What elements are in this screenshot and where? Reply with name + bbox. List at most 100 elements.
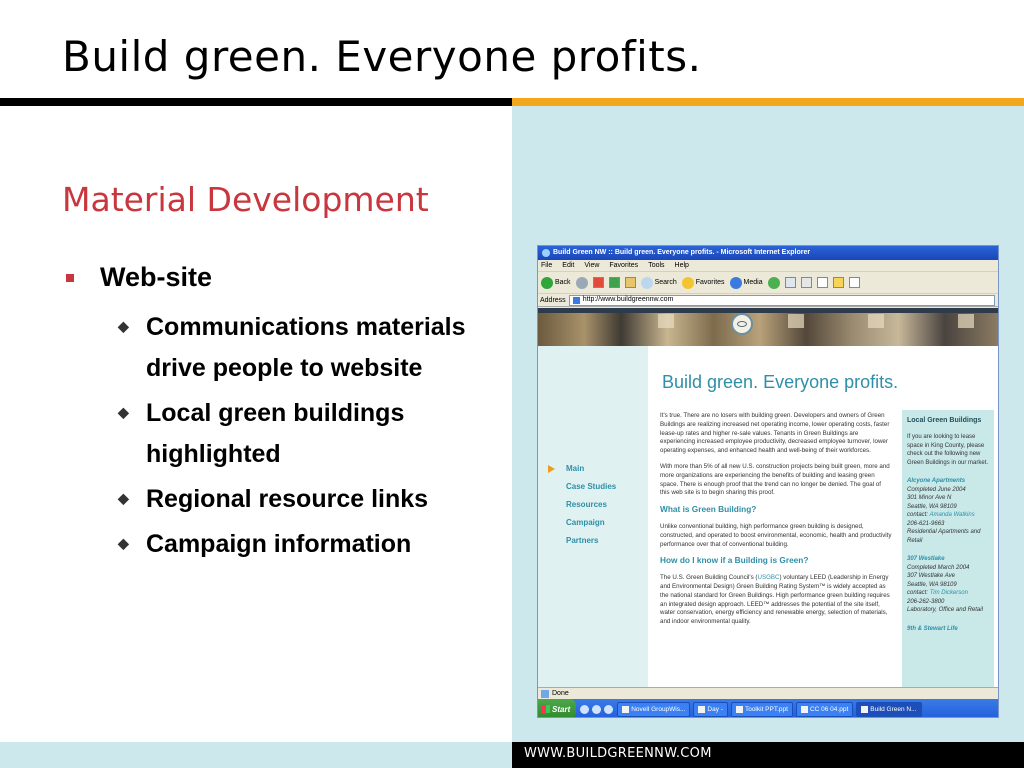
history-icon[interactable] bbox=[767, 276, 780, 289]
calendar-icon bbox=[698, 705, 706, 713]
task-groupwise[interactable]: Novell GroupWis... bbox=[617, 701, 691, 717]
mail-icon[interactable] bbox=[784, 277, 796, 288]
site-title: Build green. Everyone profits. bbox=[662, 372, 899, 392]
ie-quicklaunch-icon[interactable] bbox=[580, 704, 590, 714]
building-entry-cut: 9th & Stewart Life bbox=[907, 625, 990, 634]
folder-icon[interactable] bbox=[832, 277, 844, 288]
task-build-green[interactable]: Build Green N... bbox=[856, 701, 922, 717]
contact-link[interactable]: Amanda Watkins bbox=[929, 512, 974, 518]
nav-partners[interactable]: Partners bbox=[566, 536, 598, 545]
forward-arrow-icon[interactable] bbox=[575, 276, 588, 289]
ie-icon bbox=[861, 705, 869, 713]
nav-main[interactable]: Main bbox=[566, 464, 584, 473]
media-icon bbox=[729, 276, 742, 289]
contact-link[interactable]: Tim Dickerson bbox=[930, 590, 968, 596]
site-content: Build green. Everyone profits. It's true… bbox=[648, 346, 998, 687]
groupwise-icon bbox=[622, 705, 630, 713]
header-photo-banner bbox=[538, 308, 998, 346]
search-button[interactable]: Search bbox=[640, 276, 677, 289]
sub-bullet-label: Regional resource links bbox=[146, 485, 429, 513]
task-label: Day - bbox=[707, 705, 723, 713]
back-button[interactable]: Back bbox=[541, 276, 571, 289]
building-type: Laboratory, Office and Retail bbox=[907, 607, 983, 613]
bullet-web-site: Web-site bbox=[66, 262, 506, 293]
bullet-label: Web-site bbox=[100, 262, 213, 292]
building-name-link[interactable]: 307 Westlake bbox=[907, 555, 990, 564]
stop-icon[interactable] bbox=[592, 277, 604, 288]
search-label: Search bbox=[654, 279, 677, 286]
diamond-bullet-icon: ◆ bbox=[118, 318, 129, 334]
favorites-button[interactable]: Favorites bbox=[681, 276, 725, 289]
menu-edit[interactable]: Edit bbox=[562, 260, 574, 271]
powerpoint-icon bbox=[800, 705, 808, 713]
messenger-icon[interactable] bbox=[848, 277, 860, 288]
logo-mark bbox=[737, 321, 747, 327]
building-name-link[interactable]: Alcyone Apartments bbox=[907, 477, 990, 486]
nav-case-studies[interactable]: Case Studies bbox=[566, 482, 616, 491]
star-icon bbox=[681, 276, 694, 289]
menu-favorites[interactable]: Favorites bbox=[609, 260, 638, 271]
contact-label: contact: bbox=[907, 590, 930, 596]
menu-view[interactable]: View bbox=[584, 260, 599, 271]
building-street: 301 Minor Ave N bbox=[907, 495, 952, 501]
building-entry: Alcyone Apartments Completed June 2004 3… bbox=[907, 477, 990, 545]
heading-what-is-green-building: What is Green Building? bbox=[660, 504, 757, 515]
start-button[interactable]: Start bbox=[538, 699, 577, 717]
globe-quicklaunch-icon[interactable] bbox=[604, 704, 614, 714]
banner-window bbox=[868, 314, 884, 328]
home-icon[interactable] bbox=[624, 277, 636, 288]
square-bullet-icon bbox=[66, 274, 74, 282]
sub-bullet: ◆ Local green buildings highlighted bbox=[118, 393, 506, 475]
nav-campaign[interactable]: Campaign bbox=[566, 518, 605, 527]
nav-resources[interactable]: Resources bbox=[566, 500, 607, 509]
intro-paragraph: It's true. There are no losers with buil… bbox=[660, 412, 890, 455]
banner-top-strip bbox=[538, 308, 998, 313]
building-completed: Completed June 2004 bbox=[907, 486, 966, 493]
leed-text-pre: The U.S. Green Building Council's ( bbox=[660, 574, 758, 582]
task-toolkit-ppt[interactable]: Toolkit PPT.ppt bbox=[730, 701, 793, 717]
site-left-nav: Main Case Studies Resources Campaign Par… bbox=[538, 346, 648, 687]
sub-bullet-label: Communications materials drive people to… bbox=[146, 313, 466, 382]
building-entry: 307 Westlake Completed March 2004 307 We… bbox=[907, 555, 990, 615]
sub-bullet-label: Local green buildings highlighted bbox=[146, 399, 405, 468]
sidebar-intro: If you are looking to lease space in Kin… bbox=[907, 434, 989, 466]
menu-tools[interactable]: Tools bbox=[648, 260, 664, 271]
desktop-quicklaunch-icon[interactable] bbox=[592, 704, 602, 714]
browser-titlebar: Build Green NW :: Build green. Everyone … bbox=[538, 246, 998, 260]
usgbc-link[interactable]: USGBC bbox=[757, 574, 779, 581]
building-street: 307 Westlake Ave bbox=[907, 573, 955, 579]
address-input[interactable]: http://www.buildgreennw.com bbox=[568, 294, 995, 306]
diamond-bullet-icon: ◆ bbox=[118, 490, 129, 506]
print-icon[interactable] bbox=[800, 277, 812, 288]
site-logo[interactable] bbox=[731, 313, 753, 335]
browser-screenshot: Build Green NW :: Build green. Everyone … bbox=[537, 245, 999, 718]
task-day[interactable]: Day - bbox=[693, 701, 728, 717]
refresh-icon[interactable] bbox=[608, 277, 620, 288]
edit-icon[interactable] bbox=[816, 277, 828, 288]
status-text: Done bbox=[552, 689, 569, 697]
task-cc-ppt[interactable]: CC 06 04.ppt bbox=[795, 701, 854, 717]
leed-text-post: ) voluntary LEED (Leadership in Energy a… bbox=[660, 574, 890, 626]
address-bar: Address http://www.buildgreennw.com bbox=[538, 294, 998, 307]
media-button[interactable]: Media bbox=[729, 276, 763, 289]
window-title: Build Green NW :: Build green. Everyone … bbox=[553, 249, 811, 256]
menu-bar: File Edit View Favorites Tools Help bbox=[538, 260, 998, 272]
diamond-bullet-icon: ◆ bbox=[118, 404, 129, 420]
building-name-link[interactable]: 9th & Stewart Life bbox=[907, 625, 990, 634]
banner-window bbox=[658, 314, 674, 328]
banner-window bbox=[788, 314, 804, 328]
back-arrow-icon bbox=[541, 276, 553, 289]
footer-url: WWW.BUILDGREENNW.COM bbox=[524, 746, 712, 761]
section-heading: Material Development bbox=[62, 180, 429, 219]
web-page-viewport: Main Case Studies Resources Campaign Par… bbox=[538, 308, 998, 687]
back-label: Back bbox=[555, 279, 571, 286]
menu-help[interactable]: Help bbox=[675, 260, 689, 271]
main-column: It's true. There are no losers with buil… bbox=[660, 412, 892, 634]
sub-bullet: ◆ Regional resource links bbox=[118, 479, 506, 520]
menu-file[interactable]: File bbox=[541, 260, 552, 271]
slide-title: Build green. Everyone profits. bbox=[62, 32, 702, 81]
sub-bullet: ◆ Campaign information bbox=[118, 524, 506, 565]
banner-window bbox=[958, 314, 974, 328]
favorites-label: Favorites bbox=[695, 279, 725, 286]
task-label: Toolkit PPT.ppt bbox=[744, 705, 788, 713]
